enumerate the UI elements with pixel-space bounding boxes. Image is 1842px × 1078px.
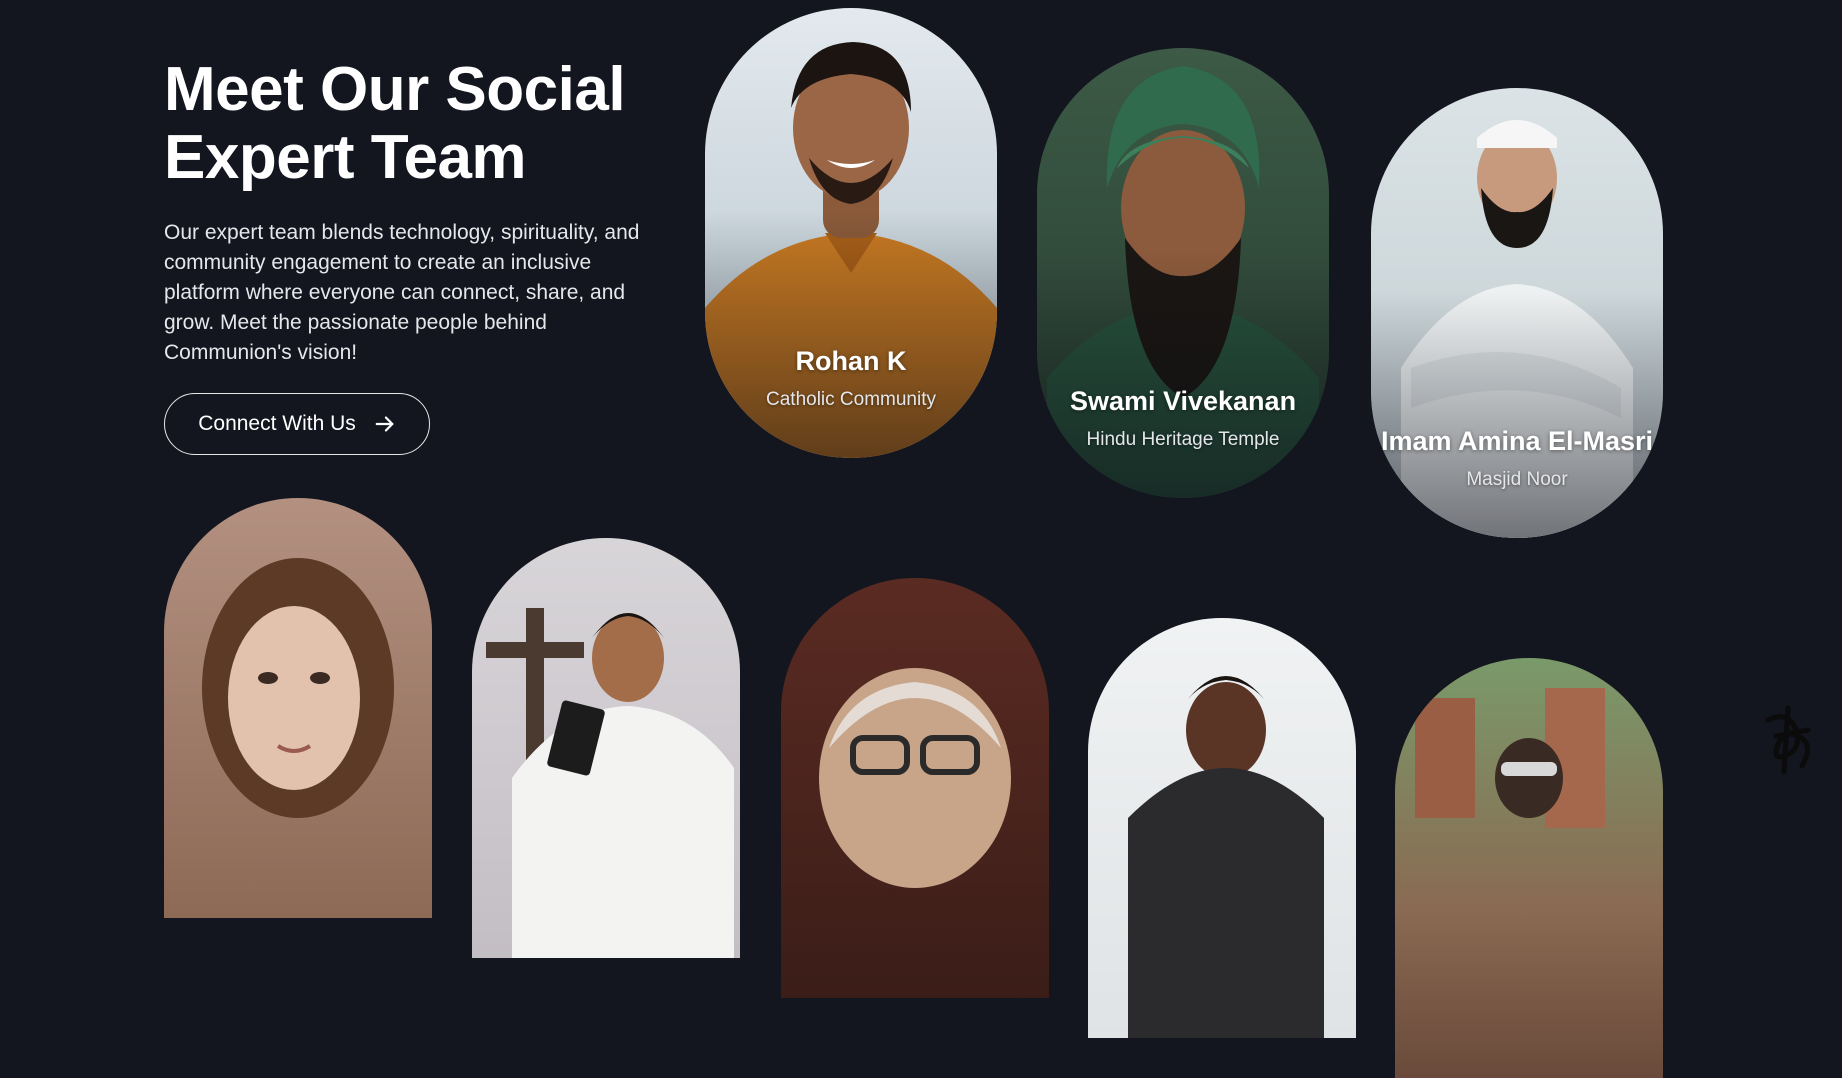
member-organization: Hindu Heritage Temple [1086, 429, 1280, 450]
member-organization: Masjid Noor [1466, 469, 1568, 490]
team-card-elder[interactable] [781, 578, 1049, 998]
portrait-figure [819, 668, 1011, 888]
section-heading: Meet Our Social Expert Team [164, 55, 626, 192]
arrow-right-icon [375, 416, 394, 432]
intro-section: Meet Our Social Expert Team Our expert t… [164, 56, 664, 368]
team-card-woman[interactable] [164, 498, 432, 918]
team-card-swami[interactable]: Swami Vivekanan Hindu Heritage Temple [1037, 48, 1329, 498]
section-description: Our expert team blends technology, spiri… [164, 221, 640, 364]
member-name: Imam Amina El-Masri [1380, 426, 1654, 456]
portrait-figure [486, 608, 734, 958]
team-card-imam[interactable]: Imam Amina El-Masri Masjid Noor [1371, 88, 1663, 538]
team-card-speaker[interactable] [1088, 618, 1356, 1038]
member-organization: Catholic Community [766, 389, 936, 410]
portrait-figure [202, 558, 394, 818]
signature-logo [1765, 705, 1811, 775]
portrait-figure [1128, 676, 1324, 1038]
team-card-rohan[interactable]: Rohan K Catholic Community [705, 8, 997, 458]
portrait-figure [1415, 688, 1605, 828]
team-card-ruins[interactable] [1395, 658, 1663, 1078]
connect-button-label: Connect With Us [198, 412, 356, 435]
member-name: Rohan K [795, 346, 907, 376]
team-card-pastor[interactable] [472, 538, 740, 958]
member-name: Swami Vivekanan [1069, 386, 1297, 416]
connect-with-us-button[interactable]: Connect With Us [164, 393, 430, 455]
